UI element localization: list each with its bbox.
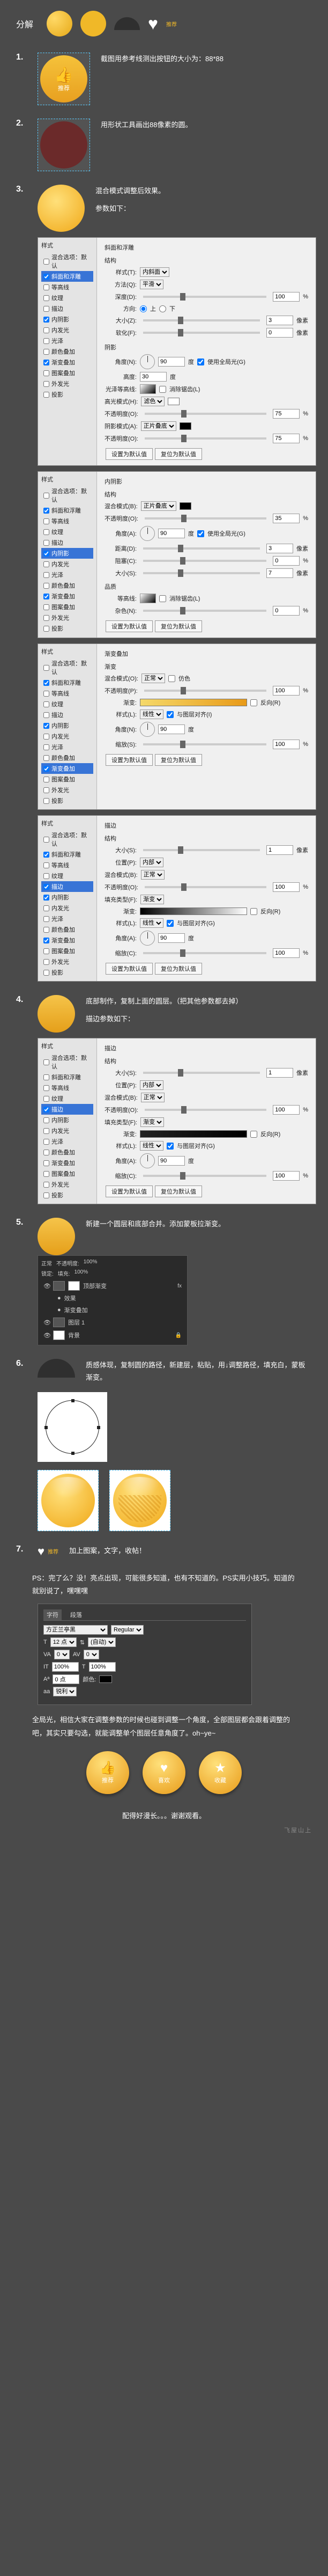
step-1: 1. 👍 推荐 截图用参考线测出按钮的大小为：88*88 <box>16 53 312 105</box>
layers-panel: 正常 不透明度:100% 锁定: 填充:100% 👁顶部渐变fx ●效果 ●渐变… <box>38 1255 188 1345</box>
final-buttons: 👍推荐 ♥喜欢 ★收藏 <box>16 1751 312 1794</box>
thumbs-up-icon: 👍 <box>100 1760 116 1776</box>
layer-style-bevel-panel: 样式 混合选项：默认 斜面和浮雕 等高线 纹理 描边 内阴影 内发光 光泽 颜色… <box>38 237 316 466</box>
layer-style-innershadow-panel: 样式 混合选项：默认 斜面和浮雕 等高线 纹理 描边 内阴影 内发光 光泽 颜色… <box>38 471 316 638</box>
recommend-button[interactable]: 👍推荐 <box>86 1751 129 1794</box>
step-3-params: 参数如下： <box>95 202 312 215</box>
header-tag: 推荐 <box>166 20 177 28</box>
tab-character[interactable]: 字符 <box>43 1609 62 1620</box>
header-label: 分解 <box>16 17 33 30</box>
dark-circle <box>40 121 87 169</box>
like-button[interactable]: ♥喜欢 <box>143 1751 185 1794</box>
bevel-style-select[interactable]: 内斜面 <box>140 267 169 277</box>
swatch-flat <box>80 11 106 36</box>
step-6: 6. 质感体现，复制圆的路径，新建层，粘贴，用↓调整路径，填充白，蒙板渐变。 <box>16 1359 312 1531</box>
eye-icon[interactable]: 👁 <box>43 1283 50 1290</box>
favorite-button[interactable]: ★收藏 <box>199 1751 242 1794</box>
global-light-note: 全局光，相信大家在调整参数的时候也碰到调整一个角度，全部图层都会跟着调整的吧，其… <box>32 1714 296 1740</box>
reset-default-btn[interactable]: 复位为默认值 <box>155 448 202 460</box>
thanks-note: 配得好漫长。。。谢谢观看。 <box>16 1810 312 1820</box>
layer-style-gradient-panel: 样式 混合选项：默认 斜面和浮雕 等高线 纹理 描边 内阴影 内发光 光泽 颜色… <box>38 643 316 810</box>
step-7: 7. ♥ 推荐 加上图案，文字，收帖！ <box>16 1545 312 1558</box>
heart-icon: ♥ <box>148 14 158 34</box>
bevel-item[interactable]: 斜面和浮雕 <box>41 271 93 282</box>
style-sidebar: 样式 混合选项：默认 斜面和浮雕 等高线 纹理 描边 内阴影 内发光 光泽 颜色… <box>38 238 97 465</box>
guide-box: 👍 推荐 <box>38 53 90 105</box>
step-2: 2. 用形状工具画出88像素的圆。 <box>16 119 312 171</box>
step-4: 4. 底部制作，复制上面的圆层。（把其他参数都去掉） 描边参数如下： 样式 混合… <box>16 995 312 1204</box>
star-icon: ★ <box>214 1760 226 1776</box>
base-circle <box>38 995 75 1033</box>
result-texture <box>109 1470 170 1531</box>
orange-circle <box>38 185 85 232</box>
merged-circle <box>38 1218 75 1255</box>
character-inspector: 字符 段落 方正兰亭黑Regular T12 点⇅(自动) VA0AV0 ITT… <box>38 1604 252 1705</box>
ps-note: PS：完了么？没！亮点出现，可能很多知道，也有不知道的。PS实用小技巧。知道的就… <box>32 1572 296 1598</box>
step-2-text: 用形状工具画出88像素的圆。 <box>101 119 312 131</box>
step-3-num: 3. <box>16 185 27 194</box>
set-default-btn[interactable]: 设置为默认值 <box>106 448 153 460</box>
thumbs-up-icon: 👍 <box>55 66 73 84</box>
half-dark <box>38 1359 75 1378</box>
path-figure <box>38 1392 107 1462</box>
swatch-gradient <box>47 11 72 36</box>
step-1-text: 截图用参考线测出按钮的大小为：88*88 <box>101 53 312 65</box>
layer-row[interactable]: 👁顶部渐变fx <box>41 1279 184 1292</box>
decomposition-header: 分解 ♥ 推荐 <box>16 11 312 36</box>
heart-icon: ♥ <box>38 1545 44 1558</box>
gradient-preview[interactable] <box>140 699 247 706</box>
step-1-num: 1. <box>16 53 27 62</box>
step-3-text: 混合模式调整后效果。 <box>95 185 312 197</box>
angle-dial[interactable] <box>140 354 155 369</box>
swatch-dark-half <box>114 17 140 30</box>
thumb-label: 推荐 <box>58 84 70 92</box>
tab-paragraph[interactable]: 段落 <box>67 1609 85 1620</box>
layer-style-stroke-panel: 样式 混合选项：默认 斜面和浮雕 等高线 纹理 描边 内阴影 内发光 光泽 颜色… <box>38 815 316 982</box>
step-5: 5. 新建一个圆层和底部合并。添加蒙板拉渐变。 正常 不透明度:100% 锁定:… <box>16 1218 312 1345</box>
result-shine <box>38 1470 99 1531</box>
step-2-num: 2. <box>16 119 27 128</box>
heart-icon: ♥ <box>160 1761 168 1776</box>
layer-style-stroke-panel-2: 样式 混合选项：默认 斜面和浮雕 等高线 纹理 描边 内阴影 内发光 光泽 颜色… <box>38 1038 316 1204</box>
thumb-button: 👍 推荐 <box>40 55 87 103</box>
watermark: 飞屋山上 <box>16 1826 312 1834</box>
color-swatch[interactable] <box>99 1675 112 1683</box>
step-3: 3. 混合模式调整后效果。 参数如下： 样式 混合选项：默认 斜面和浮雕 等高线… <box>16 185 312 982</box>
